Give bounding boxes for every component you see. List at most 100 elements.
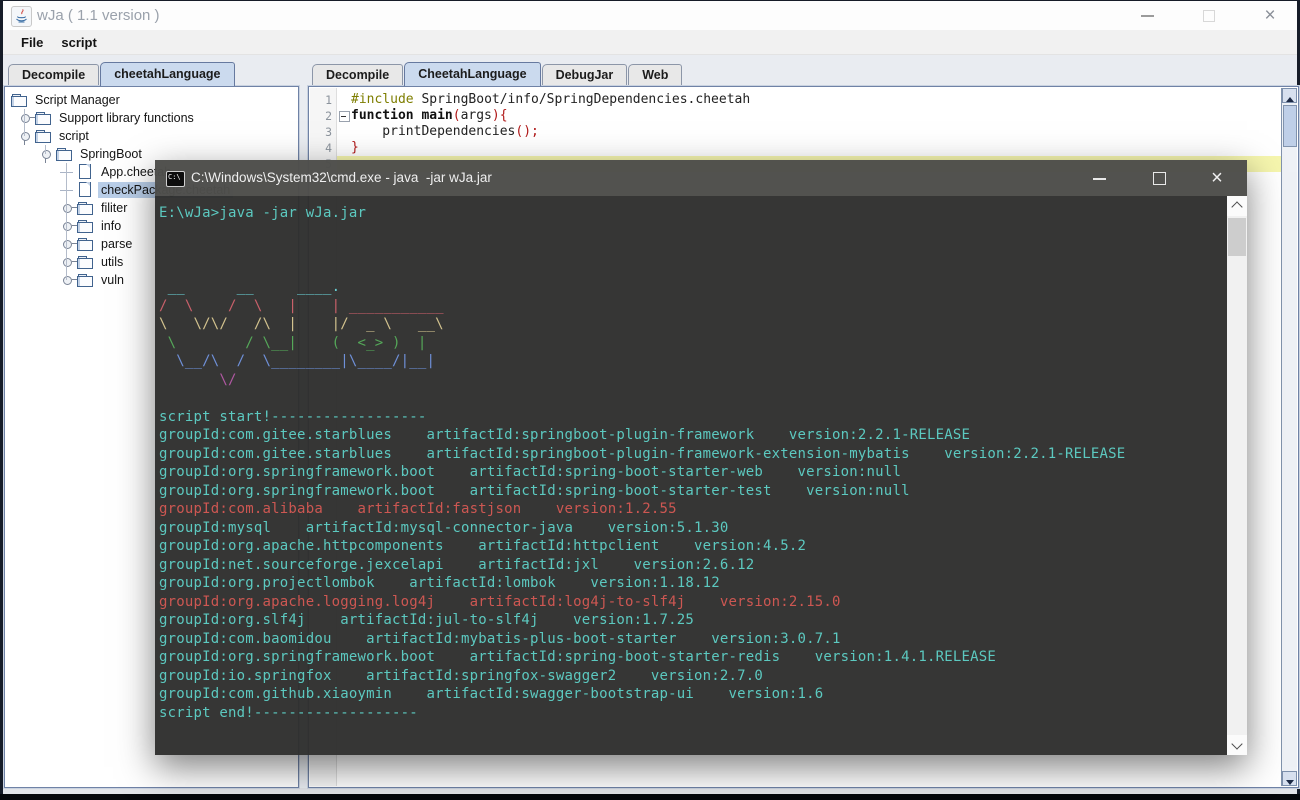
code-line: 3 printDependencies(); <box>310 124 1282 140</box>
line-number: 4 <box>325 141 332 155</box>
right-tab-web[interactable]: Web <box>628 64 683 86</box>
tree-toggle-icon[interactable] <box>38 145 56 163</box>
console-line: script start!------------------ <box>159 408 427 425</box>
tree-toggle-icon[interactable] <box>59 199 78 217</box>
right-tab-decompile[interactable]: Decompile <box>312 64 404 86</box>
folder-icon <box>77 271 95 289</box>
tree-toggle-icon[interactable] <box>17 127 35 145</box>
code-text: } <box>351 140 359 155</box>
fold-gutter <box>337 92 351 108</box>
cmd-title: C:\Windows\System32\cmd.exe - java -jar … <box>191 170 492 185</box>
minimize-icon <box>1092 178 1106 180</box>
console-line: \__/\ / \________|\____/|__| <box>159 353 436 369</box>
console-lines: E:\wJa>java -jar wJa.jar __ __ ____. / \ … <box>159 204 1227 722</box>
tree-toggle-icon[interactable] <box>59 271 78 289</box>
console-line: groupId:org.springframework.boot artifac… <box>159 482 910 499</box>
console-line: groupId:com.alibaba artifactId:fastjson … <box>159 501 677 517</box>
tree-item-label: Script Manager <box>35 93 120 107</box>
console-line: script end!------------------- <box>159 704 418 721</box>
console-line: groupId:org.slf4j artifactId:jul-to-slf4… <box>159 612 694 628</box>
arrow-down-icon <box>1285 780 1294 785</box>
tree-connector <box>45 145 46 154</box>
left-tab-decompile[interactable]: Decompile <box>8 64 100 86</box>
minimize-icon <box>1140 15 1154 17</box>
console-line: groupId:com.gitee.starblues artifactId:s… <box>159 445 1126 462</box>
tree-item-label: utils <box>101 255 124 269</box>
right-tab-cheetahlanguage[interactable]: CheetahLanguage <box>404 62 541 86</box>
tree-toggle-icon[interactable] <box>59 235 78 253</box>
console-line: groupId:org.apache.logging.log4j artifac… <box>159 593 841 610</box>
console-line: groupId:org.springframework.boot artifac… <box>159 649 996 665</box>
tree-item-label: script <box>59 129 89 143</box>
close-icon: × <box>1211 167 1223 189</box>
code-line: 2 function main(args){ <box>310 108 1282 124</box>
fold-gutter <box>337 124 351 140</box>
tree-item-label: Support library functions <box>59 111 194 125</box>
scrollbar-thumb[interactable] <box>1283 105 1297 147</box>
console-line: groupId:net.sourceforge.jexcelapi artifa… <box>159 556 755 573</box>
editor-vertical-scrollbar[interactable] <box>1281 88 1297 786</box>
console-scrollbar[interactable] <box>1227 196 1247 755</box>
app-minimize-button[interactable] <box>1133 1 1161 30</box>
tree-toggle-icon[interactable] <box>59 217 78 235</box>
code-line: 1 #include SpringBoot/info/SpringDependen… <box>310 92 1282 108</box>
left-tab-cheetahlanguage[interactable]: cheetahLanguage <box>100 62 235 86</box>
close-icon: × <box>1264 5 1276 26</box>
app-close-button[interactable]: × <box>1256 1 1284 30</box>
window-edge-bottom <box>0 794 1300 800</box>
cmd-icon <box>166 171 185 187</box>
console-scrollbar-thumb[interactable] <box>1228 218 1246 256</box>
maximize-icon <box>1203 10 1215 22</box>
file-icon <box>77 181 95 199</box>
fold-gutter <box>337 140 351 156</box>
cmd-minimize-button[interactable] <box>1088 160 1110 196</box>
left-tab-strip: Decompile cheetahLanguage <box>8 62 236 86</box>
console-line: E:\wJa>java -jar wJa.jar <box>159 205 367 221</box>
app-maximize-button[interactable] <box>1195 1 1223 30</box>
right-tab-debugjar[interactable]: DebugJar <box>541 64 628 86</box>
scroll-up-button[interactable] <box>1282 88 1297 103</box>
tree-item-label: SpringBoot <box>80 147 142 161</box>
console-line: groupId:org.projectlombok artifactId:lom… <box>159 575 720 591</box>
tree-connector <box>59 181 77 199</box>
code-text: #include SpringBoot/info/SpringDependenc… <box>351 92 751 107</box>
folder-icon <box>11 91 29 109</box>
chevron-down-icon <box>1231 738 1243 750</box>
java-icon <box>11 6 32 27</box>
tree-item-script[interactable]: script <box>5 127 298 145</box>
tree-connector <box>66 163 67 280</box>
tree-item-script-manager[interactable]: Script Manager <box>5 91 298 109</box>
menu-item-script[interactable]: script <box>53 35 104 50</box>
file-icon <box>77 163 95 181</box>
console-line: groupId:com.gitee.starblues artifactId:s… <box>159 427 971 443</box>
tree-connector <box>59 163 77 181</box>
chevron-up-icon <box>1231 201 1243 213</box>
tree-item-label: parse <box>101 237 133 251</box>
line-number: 2 <box>325 109 332 123</box>
line-number: 3 <box>325 125 332 139</box>
cmd-maximize-button[interactable] <box>1148 160 1170 196</box>
tree-toggle-icon[interactable] <box>17 109 36 127</box>
console-output[interactable]: E:\wJa>java -jar wJa.jar __ __ ____. / \ … <box>155 196 1227 755</box>
console-line: groupId:io.springfox artifactId:springfo… <box>159 667 764 684</box>
scroll-down-button[interactable] <box>1282 771 1297 786</box>
menu-item-file[interactable]: File <box>13 35 51 50</box>
app-titlebar[interactable]: wJa ( 1.1 version ) × <box>3 1 1297 30</box>
fold-toggle-icon[interactable] <box>337 108 351 124</box>
cmd-close-button[interactable]: × <box>1206 160 1228 196</box>
tree-toggle-icon[interactable] <box>59 253 78 271</box>
app-title: wJa ( 1.1 version ) <box>37 7 160 24</box>
console-line: groupId:mysql artifactId:mysql-connector… <box>159 519 729 536</box>
console-line: __ __ ____. <box>159 279 341 295</box>
cmd-titlebar[interactable]: C:\Windows\System32\cmd.exe - java -jar … <box>155 160 1247 196</box>
console-scroll-down-button[interactable] <box>1227 735 1247 755</box>
folder-icon <box>77 217 95 235</box>
line-number: 1 <box>325 93 332 107</box>
tree-item-support-library-functions[interactable]: Support library functions <box>5 109 298 127</box>
console-scroll-up-button[interactable] <box>1227 196 1247 216</box>
console-line: groupId:com.baomidou artifactId:mybatis-… <box>159 630 841 647</box>
